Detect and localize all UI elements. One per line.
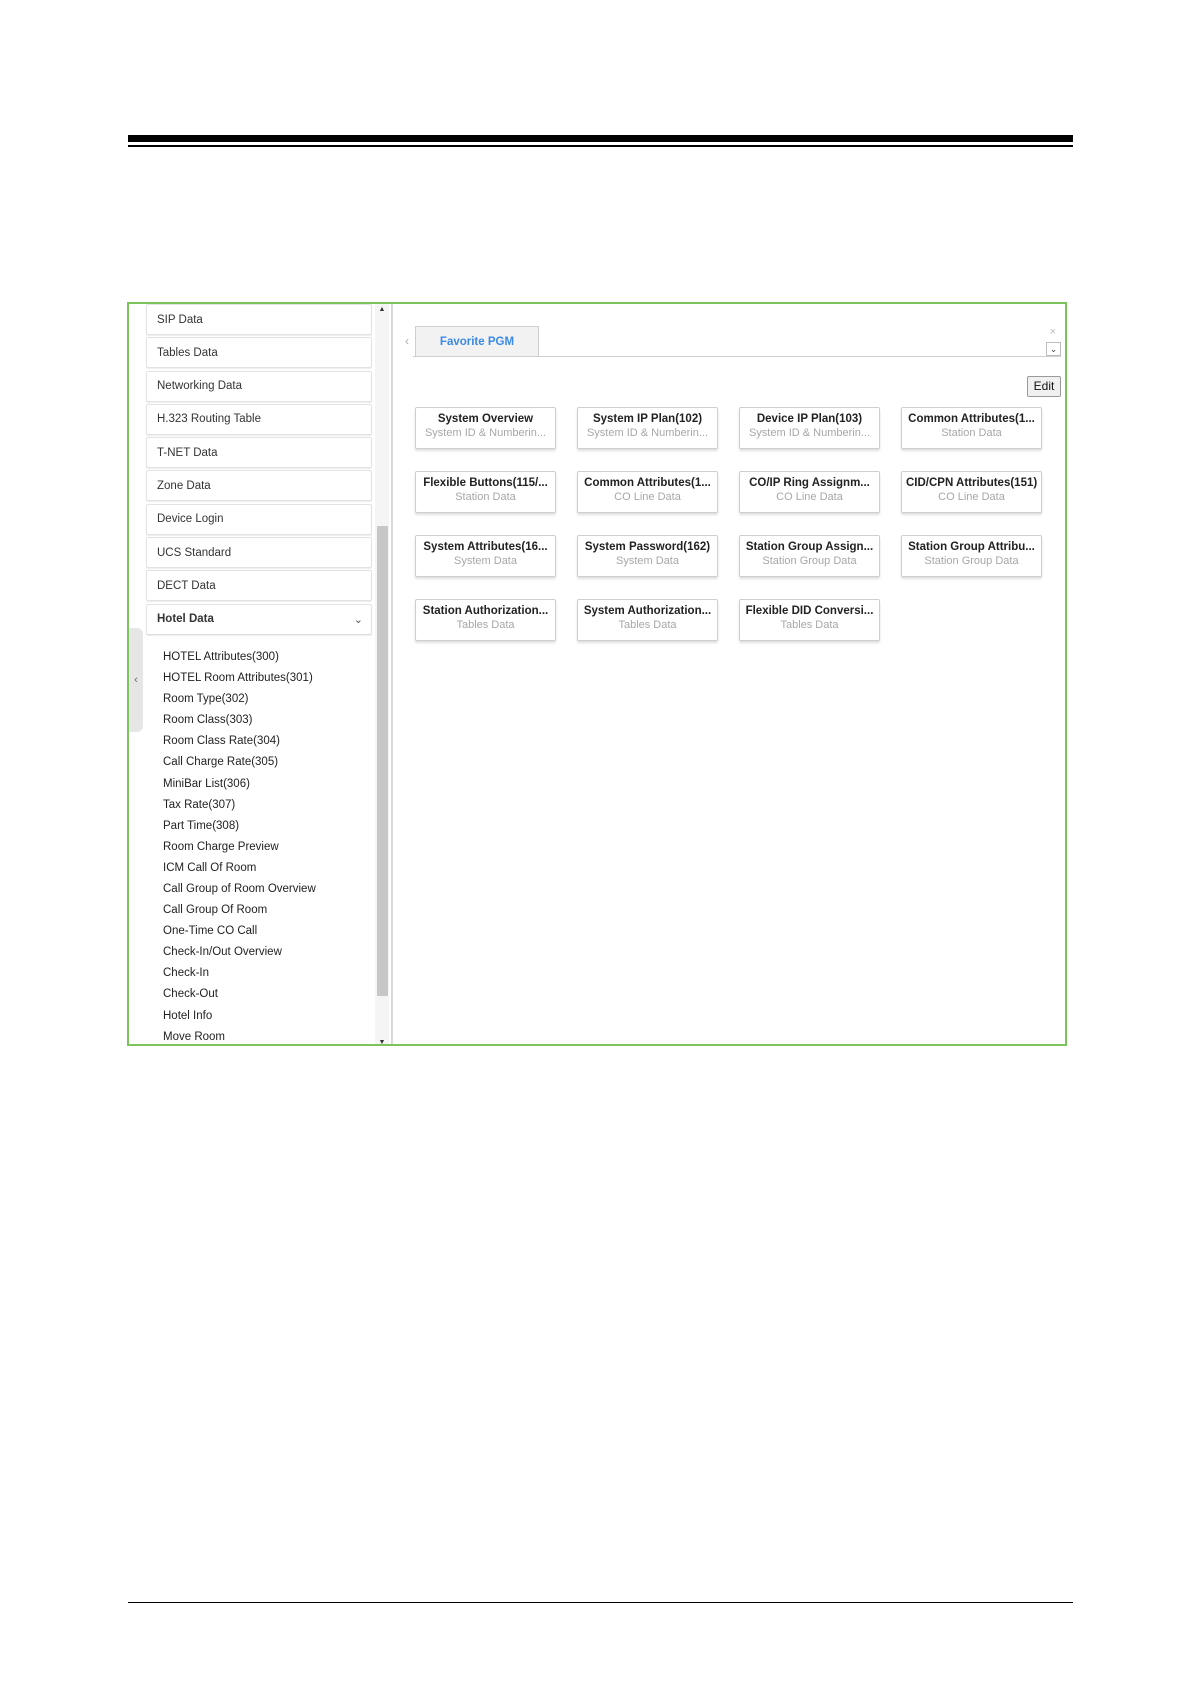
card-subtitle: Tables Data [618,619,677,631]
header-rule-thin [128,145,1073,147]
card-title: Station Authorization... [422,605,549,617]
nav-item-tables-data[interactable]: Tables Data [146,337,372,369]
card-subtitle: Tables Data [456,619,515,631]
favorite-card[interactable]: Device IP Plan(103) System ID & Numberin… [739,407,880,449]
card-subtitle: Station Group Data [762,555,857,567]
card-title: Common Attributes(1... [584,477,711,489]
card-subtitle: Station Data [941,427,1002,439]
card-subtitle: System ID & Numberin... [586,427,709,439]
card-title: System Password(162) [584,541,711,553]
nav-item-networking-data[interactable]: Networking Data [146,370,372,402]
close-icon[interactable]: × [1050,326,1056,338]
submenu-item-check-out[interactable]: Check-Out [163,984,372,1005]
card-subtitle: System ID & Numberin... [748,427,871,439]
scroll-down-arrow-icon[interactable]: ▼ [375,1039,389,1044]
nav-scrollbar[interactable]: ▲ ▼ [375,304,389,1044]
favorite-card[interactable]: Common Attributes(1... Station Data [901,407,1042,449]
favorite-card[interactable]: Flexible DID Conversi... Tables Data [739,599,880,641]
nav-item-sip-data[interactable]: SIP Data [146,304,372,335]
header-rule [128,135,1073,142]
favorite-card[interactable]: System IP Plan(102) System ID & Numberin… [577,407,718,449]
scrollbar-thumb[interactable] [377,526,388,996]
favorite-card[interactable]: CO/IP Ring Assignm... CO Line Data [739,471,880,513]
tab-list-dropdown-icon[interactable]: ⌄ [1046,342,1061,356]
submenu-item-hotel-room-attributes[interactable]: HOTEL Room Attributes(301) [163,668,372,689]
submenu-item-call-group-of-room[interactable]: Call Group Of Room [163,900,372,921]
submenu-item-room-charge-preview[interactable]: Room Charge Preview [163,837,372,858]
card-title: CO/IP Ring Assignm... [749,477,870,489]
submenu-item-part-time[interactable]: Part Time(308) [163,816,372,837]
card-subtitle: CO Line Data [938,491,1005,503]
footer-rule [128,1602,1073,1603]
card-subtitle: Tables Data [780,619,839,631]
edit-button[interactable]: Edit [1027,376,1061,397]
nav-item-ucs-standard[interactable]: UCS Standard [146,537,372,569]
nav-item-zone-data[interactable]: Zone Data [146,470,372,502]
submenu-item-tax-rate[interactable]: Tax Rate(307) [163,795,372,816]
card-title: System Overview [437,413,534,425]
card-subtitle: System Data [616,555,679,567]
card-title: Flexible Buttons(115/... [423,477,548,489]
submenu-item-hotel-attributes[interactable]: HOTEL Attributes(300) [163,647,372,668]
favorite-card[interactable]: System Authorization... Tables Data [577,599,718,641]
favorite-card[interactable]: Station Authorization... Tables Data [415,599,556,641]
card-title: Flexible DID Conversi... [745,605,874,617]
card-subtitle: CO Line Data [614,491,681,503]
nav-item-device-login[interactable]: Device Login [146,503,372,535]
card-title: Station Group Assign... [745,541,874,553]
tab-favorite-pgm[interactable]: Favorite PGM [415,326,539,356]
submenu-item-room-type[interactable]: Room Type(302) [163,689,372,710]
submenu-item-check-in-out-overview[interactable]: Check-In/Out Overview [163,942,372,963]
submenu-item-call-charge-rate[interactable]: Call Charge Rate(305) [163,752,372,773]
favorite-card[interactable]: Common Attributes(1... CO Line Data [577,471,718,513]
card-subtitle: CO Line Data [776,491,843,503]
card-title: Device IP Plan(103) [756,413,863,425]
left-nav-panel: SIP Data Tables Data Networking Data H.3… [129,304,391,1044]
favorite-card[interactable]: Station Group Attribu... Station Group D… [901,535,1042,577]
card-title: Common Attributes(1... [908,413,1035,425]
nav-list: SIP Data Tables Data Networking Data H.3… [146,304,372,1044]
card-subtitle: System ID & Numberin... [424,427,547,439]
tab-bar: ‹ Favorite PGM × ⌄ [405,326,1061,357]
submenu-item-call-group-of-room-overview[interactable]: Call Group of Room Overview [163,879,372,900]
scroll-up-arrow-icon[interactable]: ▲ [375,306,389,313]
submenu-item-room-class-rate[interactable]: Room Class Rate(304) [163,731,372,752]
chevron-down-icon[interactable]: ⌄ [354,613,363,626]
favorite-card[interactable]: System Attributes(16... System Data [415,535,556,577]
favorite-card[interactable]: System Overview System ID & Numberin... [415,407,556,449]
nav-item-hotel-data[interactable]: Hotel Data ⌄ [146,603,372,635]
nav-item-hotel-data-label: Hotel Data [157,613,214,626]
app-window: SIP Data Tables Data Networking Data H.3… [127,302,1067,1046]
nav-item-dect-data[interactable]: DECT Data [146,570,372,602]
submenu-item-minibar-list[interactable]: MiniBar List(306) [163,774,372,795]
favorite-card[interactable]: System Password(162) System Data [577,535,718,577]
submenu-item-move-room[interactable]: Move Room [163,1027,372,1044]
submenu-item-hotel-info[interactable]: Hotel Info [163,1006,372,1027]
card-title: System IP Plan(102) [592,413,703,425]
chevron-left-icon: ‹ [134,674,138,686]
submenu-item-room-class[interactable]: Room Class(303) [163,710,372,731]
favorite-card[interactable]: Station Group Assign... Station Group Da… [739,535,880,577]
submenu-item-one-time-co-call[interactable]: One-Time CO Call [163,921,372,942]
card-title: Station Group Attribu... [908,541,1035,553]
nav-item-h323-routing-table[interactable]: H.323 Routing Table [146,403,372,435]
panel-collapse-handle[interactable]: ‹ [129,628,143,732]
hotel-data-submenu: HOTEL Attributes(300) HOTEL Room Attribu… [146,637,372,1044]
card-subtitle: Station Group Data [924,555,1019,567]
card-subtitle: System Data [454,555,517,567]
submenu-item-icm-call-of-room[interactable]: ICM Call Of Room [163,858,372,879]
card-title: System Authorization... [583,605,712,617]
main-panel: ‹ Favorite PGM × ⌄ Edit System Overview … [393,304,1065,1044]
card-title: CID/CPN Attributes(151) [906,477,1038,489]
card-subtitle: Station Data [455,491,516,503]
card-title: System Attributes(16... [423,541,548,553]
favorite-card[interactable]: Flexible Buttons(115/... Station Data [415,471,556,513]
submenu-item-check-in[interactable]: Check-In [163,963,372,984]
favorite-card[interactable]: CID/CPN Attributes(151) CO Line Data [901,471,1042,513]
tab-scroll-left-icon[interactable]: ‹ [405,334,409,348]
nav-item-tnet-data[interactable]: T-NET Data [146,437,372,469]
